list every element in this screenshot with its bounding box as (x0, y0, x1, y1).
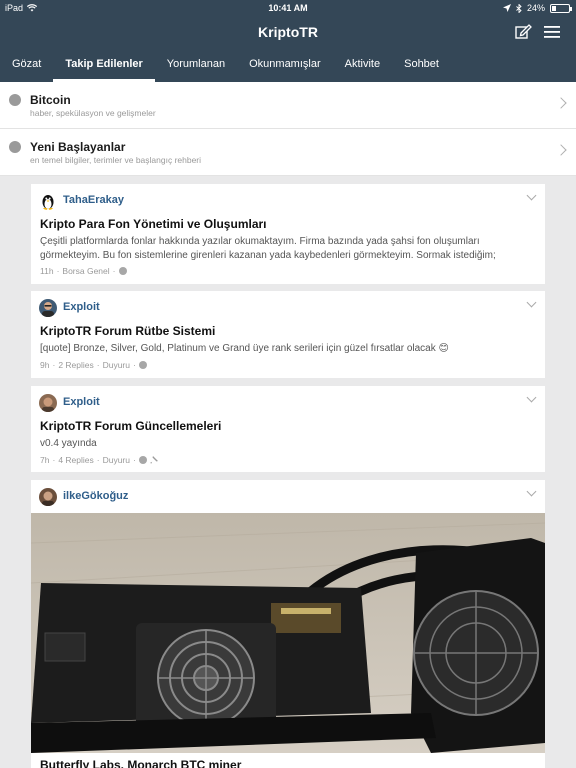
photo-caption: Butterfly Labs. Monarch BTC miner (40, 758, 242, 768)
post-time: 11h (40, 266, 54, 276)
post-title: KriptoTR Forum Güncellemeleri (40, 419, 222, 433)
app-title: KriptoTR (258, 24, 318, 40)
post-card[interactable]: ilkeGökoğuz Butterfly Labs. Monarch BTC … (31, 480, 545, 768)
meta-separator: · (112, 266, 116, 276)
post-photo[interactable] (31, 513, 545, 753)
avatar (39, 394, 57, 412)
check-icon (9, 94, 21, 106)
category-title: Yeni Başlayanlar (30, 140, 126, 154)
battery-percent: 24% (526, 3, 545, 13)
meta-separator: · (56, 266, 60, 276)
chevron-down-icon[interactable] (526, 392, 537, 403)
tab-aktivite[interactable]: Aktivite (333, 50, 392, 82)
post-excerpt: [quote] Bronze, Silver, Gold, Platinum v… (40, 343, 449, 354)
avatar (39, 488, 57, 506)
status-bar: iPad 10:41 AM 24% (0, 0, 576, 16)
post-time: 7h (40, 455, 50, 465)
post-meta: 7h · 4 Replies · Duyuru · (40, 455, 158, 465)
post-forum: Duyuru (102, 455, 130, 465)
post-author[interactable]: ilkeGökoğuz (63, 490, 128, 502)
check-icon (9, 141, 21, 153)
tab-takip-edilenler[interactable]: Takip Edilenler (53, 50, 156, 82)
pin-icon (150, 456, 158, 464)
app-header: iPad 10:41 AM 24% KriptoTR Gözat Takip E… (0, 0, 576, 82)
category-row-bitcoin[interactable]: Bitcoin haber, spekülasyon ve gelişmeler (0, 82, 576, 129)
bluetooth-icon (516, 3, 522, 13)
post-forum: Duyuru (102, 360, 130, 370)
tab-sohbet[interactable]: Sohbet (392, 50, 451, 82)
tab-okunmamislar[interactable]: Okunmamışlar (237, 50, 333, 82)
battery-level-fill (552, 5, 556, 11)
meta-separator: · (52, 455, 56, 465)
location-icon (502, 4, 511, 12)
compose-icon[interactable] (514, 24, 532, 40)
check-icon (138, 456, 147, 464)
chevron-right-icon (555, 97, 567, 109)
tab-bar: Gözat Takip Edilenler Yorumlanan Okunmam… (0, 50, 451, 82)
battery-icon (550, 3, 572, 13)
chevron-down-icon[interactable] (526, 486, 537, 497)
post-replies: 4 Replies (58, 455, 94, 465)
post-author[interactable]: TahaErakay (63, 194, 124, 206)
post-card[interactable]: Exploit KriptoTR Forum Güncellemeleri v0… (31, 386, 545, 472)
post-time: 9h (40, 360, 50, 370)
meta-separator: · (133, 360, 136, 370)
check-icon (118, 267, 127, 275)
chevron-down-icon[interactable] (526, 297, 537, 308)
post-author[interactable]: Exploit (63, 301, 100, 313)
avatar (39, 192, 57, 210)
category-description: en temel bilgiler, terimler ve başlangıç… (30, 155, 202, 165)
category-title: Bitcoin (30, 93, 71, 107)
post-excerpt: v0.4 yayında (40, 438, 97, 449)
tab-gozat[interactable]: Gözat (0, 50, 53, 82)
tab-yorumlanan[interactable]: Yorumlanan (155, 50, 237, 82)
post-card[interactable]: Exploit KriptoTR Forum Rütbe Sistemi [qu… (31, 291, 545, 378)
category-row-yeni-baslayanlar[interactable]: Yeni Başlayanlar en temel bilgiler, teri… (0, 129, 576, 176)
post-author[interactable]: Exploit (63, 396, 100, 408)
post-title: Kripto Para Fon Yönetimi ve Oluşumları (40, 217, 267, 231)
status-time: 10:41 AM (268, 3, 308, 13)
post-meta: 9h · 2 Replies · Duyuru · (40, 360, 147, 370)
avatar (39, 299, 57, 317)
meta-separator: · (133, 455, 136, 465)
meta-separator: · (96, 455, 100, 465)
menu-icon[interactable] (543, 24, 561, 40)
check-icon (138, 361, 147, 369)
post-excerpt: Çeşitli platformlarda fonlar hakkında ya… (40, 236, 496, 261)
chevron-down-icon[interactable] (526, 190, 537, 201)
category-description: haber, spekülasyon ve gelişmeler (30, 108, 156, 118)
post-title: KriptoTR Forum Rütbe Sistemi (40, 324, 216, 338)
post-meta: 11h · Borsa Genel · (40, 266, 127, 276)
category-list: Bitcoin haber, spekülasyon ve gelişmeler… (0, 82, 576, 176)
meta-separator: · (52, 360, 56, 370)
chevron-right-icon (555, 144, 567, 156)
post-card[interactable]: TahaErakay Kripto Para Fon Yönetimi ve O… (31, 184, 545, 284)
meta-separator: · (96, 360, 100, 370)
post-forum: Borsa Genel (62, 266, 110, 276)
post-replies: 2 Replies (58, 360, 94, 370)
